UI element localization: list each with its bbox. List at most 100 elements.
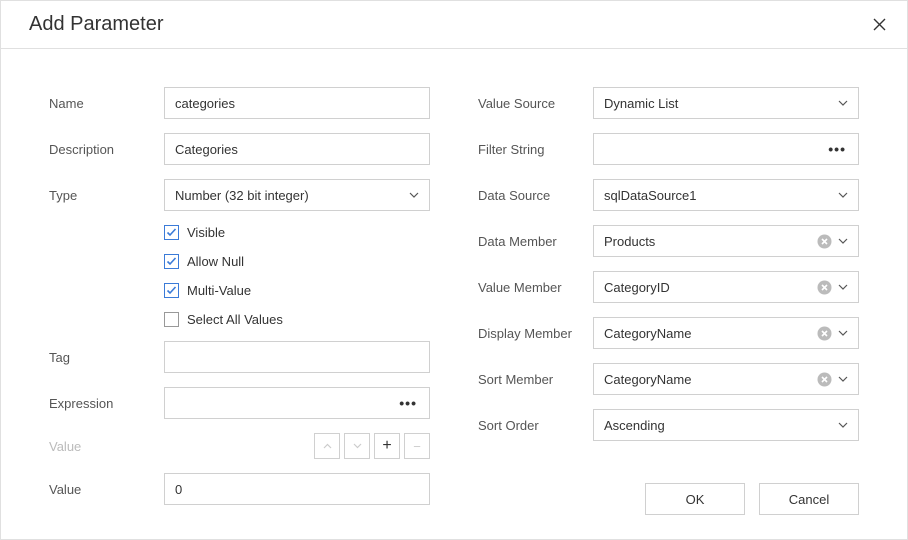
checkbox-icon: [164, 312, 179, 327]
visible-checkbox[interactable]: Visible: [164, 225, 430, 240]
checkbox-icon: [164, 254, 179, 269]
caret-down-icon: [838, 192, 848, 198]
data-source-select[interactable]: sqlDataSource1: [593, 179, 859, 211]
sort-order-value: Ascending: [604, 418, 832, 433]
allow-null-label: Allow Null: [187, 254, 244, 269]
clear-button[interactable]: [817, 372, 832, 387]
close-button[interactable]: [869, 15, 889, 35]
caret-down-icon: [838, 422, 848, 428]
expression-row: Expression •••: [49, 387, 430, 419]
tag-row: Tag: [49, 341, 430, 373]
plus-icon: +: [382, 437, 391, 455]
value-member-select[interactable]: CategoryID: [593, 271, 859, 303]
allow-null-checkbox[interactable]: Allow Null: [164, 254, 430, 269]
expression-label: Expression: [49, 396, 164, 411]
caret-down-icon: [838, 100, 848, 106]
clear-button[interactable]: [817, 234, 832, 249]
name-label: Name: [49, 96, 164, 111]
move-down-button[interactable]: [344, 433, 370, 459]
clear-button[interactable]: [817, 280, 832, 295]
value-stepper: + −: [164, 433, 430, 459]
sort-member-select[interactable]: CategoryName: [593, 363, 859, 395]
data-member-label: Data Member: [478, 234, 593, 249]
select-all-label: Select All Values: [187, 312, 283, 327]
ok-button[interactable]: OK: [645, 483, 745, 515]
clear-icon: [817, 234, 832, 249]
multi-value-checkbox[interactable]: Multi-Value: [164, 283, 430, 298]
value-source-label: Value Source: [478, 96, 593, 111]
clear-icon: [817, 372, 832, 387]
cancel-button[interactable]: Cancel: [759, 483, 859, 515]
value-list-row: Value + −: [49, 433, 430, 459]
ellipsis-icon[interactable]: •••: [826, 141, 848, 157]
tag-input[interactable]: [164, 341, 430, 373]
dialog-title: Add Parameter: [29, 13, 164, 36]
close-icon: [873, 18, 886, 31]
caret-down-icon: [838, 376, 848, 382]
visible-label: Visible: [187, 225, 225, 240]
multi-value-label: Multi-Value: [187, 283, 251, 298]
description-row: Description: [49, 133, 430, 165]
filter-string-input[interactable]: •••: [593, 133, 859, 165]
caret-down-icon: [838, 238, 848, 244]
sort-order-select[interactable]: Ascending: [593, 409, 859, 441]
data-source-value: sqlDataSource1: [604, 188, 832, 203]
display-member-row: Display Member CategoryName: [478, 317, 859, 349]
right-column: Value Source Dynamic List Filter String …: [478, 87, 859, 505]
value-input[interactable]: [164, 473, 430, 505]
sort-order-label: Sort Order: [478, 418, 593, 433]
data-member-row: Data Member Products: [478, 225, 859, 257]
move-up-button[interactable]: [314, 433, 340, 459]
checkbox-icon: [164, 283, 179, 298]
data-source-label: Data Source: [478, 188, 593, 203]
sort-member-label: Sort Member: [478, 372, 593, 387]
clear-button[interactable]: [817, 326, 832, 341]
minus-icon: −: [413, 439, 421, 454]
clear-icon: [817, 326, 832, 341]
select-all-checkbox[interactable]: Select All Values: [164, 312, 430, 327]
checkbox-icon: [164, 225, 179, 240]
add-button[interactable]: +: [374, 433, 400, 459]
remove-button[interactable]: −: [404, 433, 430, 459]
value-source-select[interactable]: Dynamic List: [593, 87, 859, 119]
left-column: Name Description Type Number (32 bit int…: [49, 87, 430, 505]
sort-member-row: Sort Member CategoryName: [478, 363, 859, 395]
name-input[interactable]: [164, 87, 430, 119]
value-row: Value: [49, 473, 430, 505]
chevron-down-icon: [353, 443, 362, 449]
display-member-value: CategoryName: [604, 326, 811, 341]
tag-label: Tag: [49, 350, 164, 365]
name-row: Name: [49, 87, 430, 119]
filter-string-row: Filter String •••: [478, 133, 859, 165]
sort-member-value: CategoryName: [604, 372, 811, 387]
description-input[interactable]: [164, 133, 430, 165]
clear-icon: [817, 280, 832, 295]
value-member-value: CategoryID: [604, 280, 811, 295]
data-source-row: Data Source sqlDataSource1: [478, 179, 859, 211]
value-list-label: Value: [49, 439, 164, 454]
data-member-select[interactable]: Products: [593, 225, 859, 257]
description-label: Description: [49, 142, 164, 157]
display-member-select[interactable]: CategoryName: [593, 317, 859, 349]
display-member-label: Display Member: [478, 326, 593, 341]
expression-input[interactable]: •••: [164, 387, 430, 419]
type-label: Type: [49, 188, 164, 203]
dialog-body: Name Description Type Number (32 bit int…: [1, 49, 907, 505]
dialog-titlebar: Add Parameter: [1, 1, 907, 49]
sort-order-row: Sort Order Ascending: [478, 409, 859, 441]
type-select[interactable]: Number (32 bit integer): [164, 179, 430, 211]
caret-down-icon: [838, 284, 848, 290]
caret-down-icon: [838, 330, 848, 336]
add-parameter-dialog: Add Parameter Name Description Type Numb…: [0, 0, 908, 540]
ellipsis-icon[interactable]: •••: [397, 395, 419, 411]
caret-down-icon: [409, 192, 419, 198]
dialog-footer: OK Cancel: [645, 483, 859, 515]
value-member-row: Value Member CategoryID: [478, 271, 859, 303]
checkbox-group: Visible Allow Null Multi-Value Select Al…: [164, 225, 430, 327]
type-row: Type Number (32 bit integer): [49, 179, 430, 211]
filter-string-label: Filter String: [478, 142, 593, 157]
value-member-label: Value Member: [478, 280, 593, 295]
data-member-value: Products: [604, 234, 811, 249]
type-value: Number (32 bit integer): [175, 188, 403, 203]
chevron-up-icon: [323, 443, 332, 449]
